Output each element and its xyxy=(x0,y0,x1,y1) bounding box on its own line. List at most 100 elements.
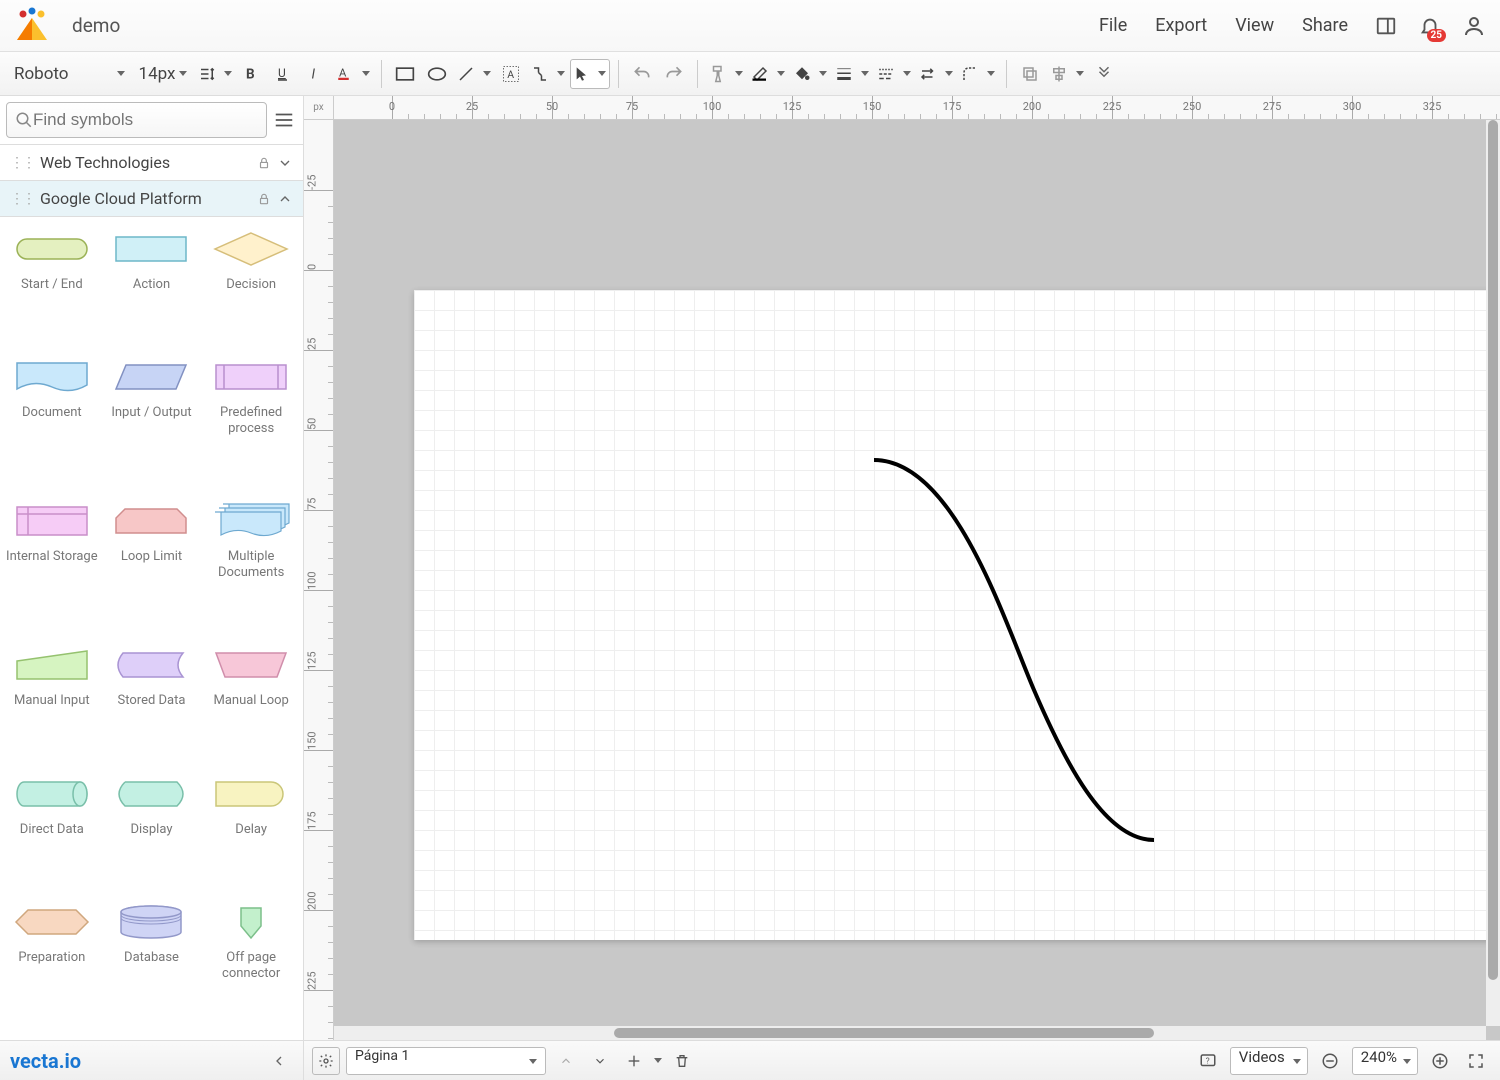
collapse-sidebar-button[interactable] xyxy=(265,1047,293,1075)
app-logo[interactable] xyxy=(12,6,52,46)
pointer-tool-button[interactable] xyxy=(570,59,610,89)
shape-parallelogram[interactable]: Input / Output xyxy=(104,357,200,483)
vertical-ruler[interactable]: -250255075100125150175200225 xyxy=(304,120,334,1040)
shape-cylinder-v[interactable]: Database xyxy=(104,902,200,1028)
underline-button[interactable]: U xyxy=(269,59,299,89)
shape-cylinder-h[interactable]: Direct Data xyxy=(4,774,100,884)
svg-text:?: ? xyxy=(1206,1056,1210,1066)
zoom-level[interactable]: 240% xyxy=(1352,1047,1418,1075)
lock-icon xyxy=(257,192,271,206)
shape-label: Multiple Documents xyxy=(203,549,299,580)
drawing-page[interactable] xyxy=(414,290,1486,940)
shape-offpage[interactable]: Off page connector xyxy=(203,902,299,1028)
font-family-select[interactable]: Roboto xyxy=(8,59,131,89)
italic-button[interactable]: I xyxy=(301,59,331,89)
account-icon[interactable] xyxy=(1460,12,1488,40)
shape-istorage[interactable]: Internal Storage xyxy=(4,501,100,627)
shape-label: Start / End xyxy=(21,277,83,293)
search-icon xyxy=(15,111,33,129)
shape-document[interactable]: Document xyxy=(4,357,100,483)
shape-preview xyxy=(211,902,291,942)
notifications-icon[interactable]: 25 xyxy=(1416,12,1444,40)
stroke-dash-button[interactable] xyxy=(874,59,914,89)
shape-storeddata[interactable]: Stored Data xyxy=(104,645,200,755)
lock-icon xyxy=(257,156,271,170)
shape-display[interactable]: Display xyxy=(104,774,200,884)
shape-minput[interactable]: Manual Input xyxy=(4,645,100,755)
chevron-down-icon xyxy=(277,155,293,171)
shape-looplimit[interactable]: Loop Limit xyxy=(104,501,200,627)
add-page-dropdown[interactable] xyxy=(654,1058,662,1063)
menu-export[interactable]: Export xyxy=(1155,15,1207,36)
shape-mloop[interactable]: Manual Loop xyxy=(203,645,299,755)
shape-label: Manual Input xyxy=(14,693,90,709)
shape-preview xyxy=(111,902,191,942)
undo-button[interactable] xyxy=(627,59,657,89)
shape-rect[interactable]: Action xyxy=(104,229,200,339)
page-selector[interactable]: Página 1 xyxy=(346,1047,546,1075)
help-button[interactable]: ? xyxy=(1194,1047,1222,1075)
format-painter-button[interactable] xyxy=(706,59,746,89)
stencil-sidebar: ⋮⋮ Web Technologies ⋮⋮ Google Cloud Plat… xyxy=(0,96,304,1040)
shape-label: Display xyxy=(130,822,172,838)
brand-label[interactable]: vecta.io xyxy=(10,1049,265,1073)
shape-label: Internal Storage xyxy=(6,549,98,565)
stroke-color-button[interactable] xyxy=(748,59,788,89)
horizontal-scrollbar[interactable] xyxy=(334,1026,1486,1040)
shape-preview xyxy=(12,902,92,942)
stencil-google-cloud[interactable]: ⋮⋮ Google Cloud Platform xyxy=(0,181,303,217)
sidebar-menu-icon[interactable] xyxy=(273,109,297,131)
horizontal-ruler[interactable]: 0255075100125150175200225250275300325 xyxy=(334,96,1500,120)
font-size-select[interactable]: 14px xyxy=(133,59,194,89)
symbol-search[interactable] xyxy=(6,102,267,138)
zoom-in-button[interactable] xyxy=(1426,1047,1454,1075)
text-color-button[interactable]: A xyxy=(333,59,373,89)
line-spacing-button[interactable] xyxy=(195,59,235,89)
shape-label: Loop Limit xyxy=(121,549,182,565)
shape-terminator[interactable]: Start / End xyxy=(4,229,100,339)
bold-button[interactable]: B xyxy=(237,59,267,89)
fill-color-button[interactable] xyxy=(790,59,830,89)
shape-diamond[interactable]: Decision xyxy=(203,229,299,339)
stencil-web-technologies[interactable]: ⋮⋮ Web Technologies xyxy=(0,145,303,181)
settings-button[interactable] xyxy=(312,1047,340,1075)
menu-file[interactable]: File xyxy=(1099,15,1127,36)
shape-label: Predefined process xyxy=(203,405,299,436)
stroke-weight-button[interactable] xyxy=(832,59,872,89)
panel-toggle-icon[interactable] xyxy=(1372,12,1400,40)
symbol-search-input[interactable] xyxy=(33,110,258,130)
text-box-button[interactable]: A xyxy=(496,59,526,89)
shapes-palette: Start / End ActionDecision Document Input /… xyxy=(0,217,303,1040)
more-tools-button[interactable] xyxy=(1089,59,1119,89)
shape-multidoc[interactable]: Multiple Documents xyxy=(203,501,299,627)
menu-view[interactable]: View xyxy=(1235,15,1274,36)
drawn-curve[interactable] xyxy=(874,460,1154,840)
align-button[interactable] xyxy=(1047,59,1087,89)
shape-ellipse-button[interactable] xyxy=(422,59,452,89)
shape-label: Input / Output xyxy=(111,405,191,421)
zoom-out-button[interactable] xyxy=(1316,1047,1344,1075)
videos-select[interactable]: Videos xyxy=(1230,1047,1308,1075)
shape-predef[interactable]: Predefined process xyxy=(203,357,299,483)
delete-page-button[interactable] xyxy=(668,1047,696,1075)
document-title[interactable]: demo xyxy=(72,14,1099,37)
menu-share[interactable]: Share xyxy=(1302,15,1348,36)
vertical-scrollbar[interactable] xyxy=(1486,120,1500,1026)
shape-preview xyxy=(111,357,191,397)
shape-line-button[interactable] xyxy=(454,59,494,89)
redo-button[interactable] xyxy=(659,59,689,89)
canvas-viewport[interactable] xyxy=(334,120,1486,1026)
next-page-button[interactable] xyxy=(586,1047,614,1075)
corner-style-button[interactable] xyxy=(958,59,998,89)
prev-page-button[interactable] xyxy=(552,1047,580,1075)
shape-label: Delay xyxy=(235,822,267,838)
shape-preview xyxy=(12,229,92,269)
arrow-style-button[interactable] xyxy=(916,59,956,89)
connector-button[interactable] xyxy=(528,59,568,89)
shape-delay[interactable]: Delay xyxy=(203,774,299,884)
shape-rect-button[interactable] xyxy=(390,59,420,89)
shape-hexagon[interactable]: Preparation xyxy=(4,902,100,1028)
add-page-button[interactable] xyxy=(620,1047,648,1075)
copy-button[interactable] xyxy=(1015,59,1045,89)
fullscreen-button[interactable] xyxy=(1462,1047,1490,1075)
